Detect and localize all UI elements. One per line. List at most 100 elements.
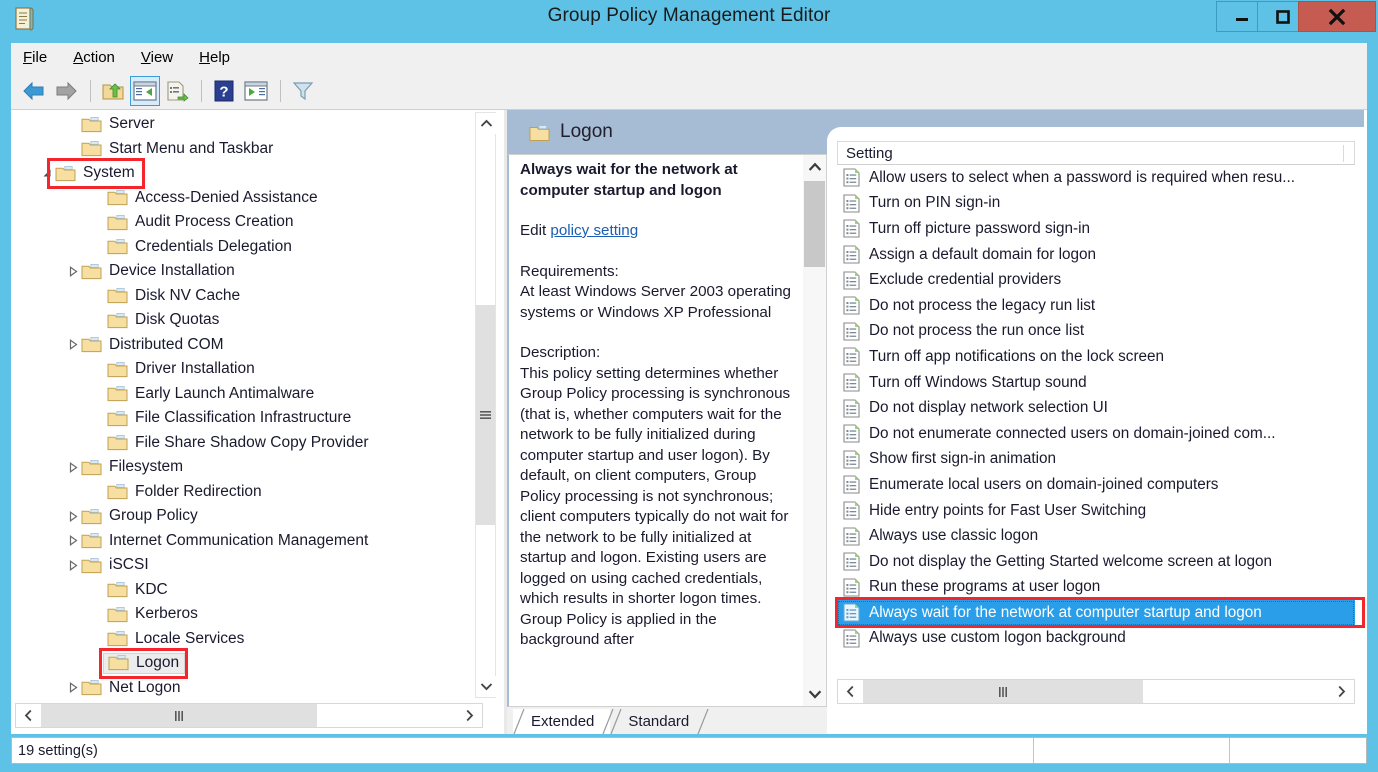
tree-item[interactable]: Net Logon — [15, 676, 483, 699]
settings-list-row[interactable]: Allow users to select when a password is… — [837, 165, 1355, 191]
settings-list-row[interactable]: Do not process the run once list — [837, 319, 1355, 345]
tree-item[interactable]: Filesystem — [15, 455, 483, 480]
settings-list-row[interactable]: Do not display network selection UI — [837, 395, 1355, 421]
settings-list-header[interactable]: Setting — [837, 141, 1355, 165]
tree-item[interactable]: Audit Process Creation — [15, 210, 483, 235]
tree-scroll-right-button[interactable] — [457, 704, 482, 727]
title-bar: Group Policy Management Editor — [0, 0, 1378, 37]
tree-expander-collapsed[interactable] — [65, 535, 81, 546]
console-tree[interactable]: Server Start Menu and Taskbar System Access… — [15, 112, 483, 698]
menu-help[interactable]: Help — [187, 46, 244, 69]
tree-item[interactable]: Access-Denied Assistance — [15, 186, 483, 211]
settings-list-row[interactable]: Exclude credential providers — [837, 267, 1355, 293]
tree-scrollbar-thumb[interactable] — [476, 305, 495, 525]
tree-item[interactable]: Start Menu and Taskbar — [15, 137, 483, 162]
tree-item[interactable]: Disk NV Cache — [15, 284, 483, 309]
tree-item[interactable]: iSCSI — [15, 553, 483, 578]
detail-vertical-scrollbar[interactable] — [803, 155, 826, 706]
tree-item-label: System — [83, 164, 135, 182]
list-horizontal-scrollbar[interactable] — [837, 679, 1355, 704]
export-list-icon[interactable] — [162, 76, 192, 106]
list-scroll-right-button[interactable] — [1329, 680, 1354, 703]
detail-scroll-down-button[interactable] — [804, 682, 825, 706]
settings-list-rows[interactable]: Allow users to select when a password is… — [837, 165, 1355, 675]
settings-list-row[interactable]: Do not display the Getting Started welco… — [837, 549, 1355, 575]
tree-item[interactable]: File Classification Infrastructure — [15, 406, 483, 431]
list-hscrollbar-track[interactable] — [1143, 680, 1329, 703]
settings-list-row[interactable]: Do not enumerate connected users on doma… — [837, 421, 1355, 447]
tree-item[interactable]: Kerberos — [15, 602, 483, 627]
folder-icon — [107, 361, 128, 378]
settings-list-row[interactable]: Run these programs at user logon — [837, 575, 1355, 601]
tree-item[interactable]: Server — [15, 112, 483, 137]
tree-item[interactable]: Folder Redirection — [15, 480, 483, 505]
tree-expander-collapsed[interactable] — [65, 682, 81, 693]
settings-list-row[interactable]: Turn off picture password sign-in — [837, 216, 1355, 242]
detail-scroll-up-button[interactable] — [804, 155, 825, 179]
tree-expander-collapsed[interactable] — [65, 339, 81, 350]
detail-scrollbar-thumb[interactable] — [804, 181, 825, 267]
tree-item-label: Group Policy — [109, 507, 198, 525]
tree-expander-expanded[interactable] — [39, 168, 55, 179]
settings-list-row[interactable]: Enumerate local users on domain-joined c… — [837, 472, 1355, 498]
tree-item-label: Start Menu and Taskbar — [109, 140, 273, 158]
show-hide-console-tree-icon[interactable] — [130, 76, 160, 106]
filter-icon[interactable] — [288, 76, 318, 106]
up-one-level-icon[interactable] — [98, 76, 128, 106]
menu-action[interactable]: Action — [61, 46, 129, 69]
forward-arrow-icon[interactable] — [51, 76, 81, 106]
menu-file[interactable]: File — [11, 46, 61, 69]
tree-item[interactable]: File Share Shadow Copy Provider — [15, 431, 483, 456]
settings-list-row[interactable]: Show first sign-in animation — [837, 447, 1355, 473]
tree-scroll-left-button[interactable] — [16, 704, 41, 727]
settings-list-row[interactable]: Always use classic logon — [837, 523, 1355, 549]
tree-item[interactable]: System — [15, 161, 483, 186]
back-arrow-icon[interactable] — [19, 76, 49, 106]
list-scroll-left-button[interactable] — [838, 680, 863, 703]
help-icon[interactable]: ? — [209, 76, 239, 106]
tree-item[interactable]: Early Launch Antimalware — [15, 382, 483, 407]
close-button[interactable] — [1298, 1, 1376, 32]
tree-hscrollbar-track[interactable] — [317, 704, 457, 727]
settings-list-row[interactable]: Do not process the legacy run list — [837, 293, 1355, 319]
column-header-setting[interactable]: Setting — [838, 145, 1344, 162]
tree-item[interactable]: Logon — [15, 651, 483, 676]
tree-expander-collapsed[interactable] — [65, 462, 81, 473]
tree-horizontal-scrollbar[interactable] — [15, 703, 483, 728]
chevron-right-icon — [1337, 685, 1346, 698]
policy-setting-icon — [843, 219, 860, 238]
tree-expander-collapsed[interactable] — [65, 266, 81, 277]
tab-extended[interactable]: Extended — [513, 709, 610, 734]
folder-icon — [81, 557, 102, 574]
tree-expander-collapsed[interactable] — [65, 511, 81, 522]
tree-item[interactable]: Driver Installation — [15, 357, 483, 382]
settings-list-row[interactable]: Turn off Windows Startup sound — [837, 370, 1355, 396]
settings-list-row[interactable]: Hide entry points for Fast User Switchin… — [837, 498, 1355, 524]
tree-item[interactable]: KDC — [15, 578, 483, 603]
tree-item[interactable]: Locale Services — [15, 627, 483, 652]
tree-item[interactable]: Disk Quotas — [15, 308, 483, 333]
settings-list-row[interactable]: Always use custom logon background — [837, 626, 1355, 652]
requirements-block: Requirements: At least Windows Server 20… — [520, 262, 792, 324]
settings-list-row[interactable]: Assign a default domain for logon — [837, 242, 1355, 268]
menu-bar: FileActionViewHelp — [11, 43, 1367, 72]
settings-list-row[interactable]: Turn off app notifications on the lock s… — [837, 344, 1355, 370]
list-hscrollbar-thumb[interactable] — [863, 680, 1143, 703]
tree-item[interactable]: Internet Communication Management — [15, 529, 483, 554]
edit-policy-setting-link[interactable]: policy setting — [550, 222, 638, 239]
show-hide-action-pane-icon[interactable] — [241, 76, 271, 106]
tree-item[interactable]: Distributed COM — [15, 333, 483, 358]
tree-item[interactable]: Device Installation — [15, 259, 483, 284]
settings-list-row[interactable]: Always wait for the network at computer … — [837, 600, 1355, 626]
tree-vertical-scrollbar[interactable] — [475, 112, 496, 698]
tree-expander-collapsed[interactable] — [65, 560, 81, 571]
tree-item[interactable]: Group Policy — [15, 504, 483, 529]
tab-standard[interactable]: Standard — [610, 709, 705, 734]
tree-scroll-up-button[interactable] — [476, 113, 497, 134]
settings-list-row[interactable]: Turn on PIN sign-in — [837, 191, 1355, 217]
menu-view[interactable]: View — [129, 46, 187, 69]
tree-scroll-down-button[interactable] — [476, 676, 497, 697]
policy-setting-icon — [843, 501, 860, 520]
tree-hscrollbar-thumb[interactable] — [41, 704, 317, 727]
tree-item[interactable]: Credentials Delegation — [15, 235, 483, 260]
